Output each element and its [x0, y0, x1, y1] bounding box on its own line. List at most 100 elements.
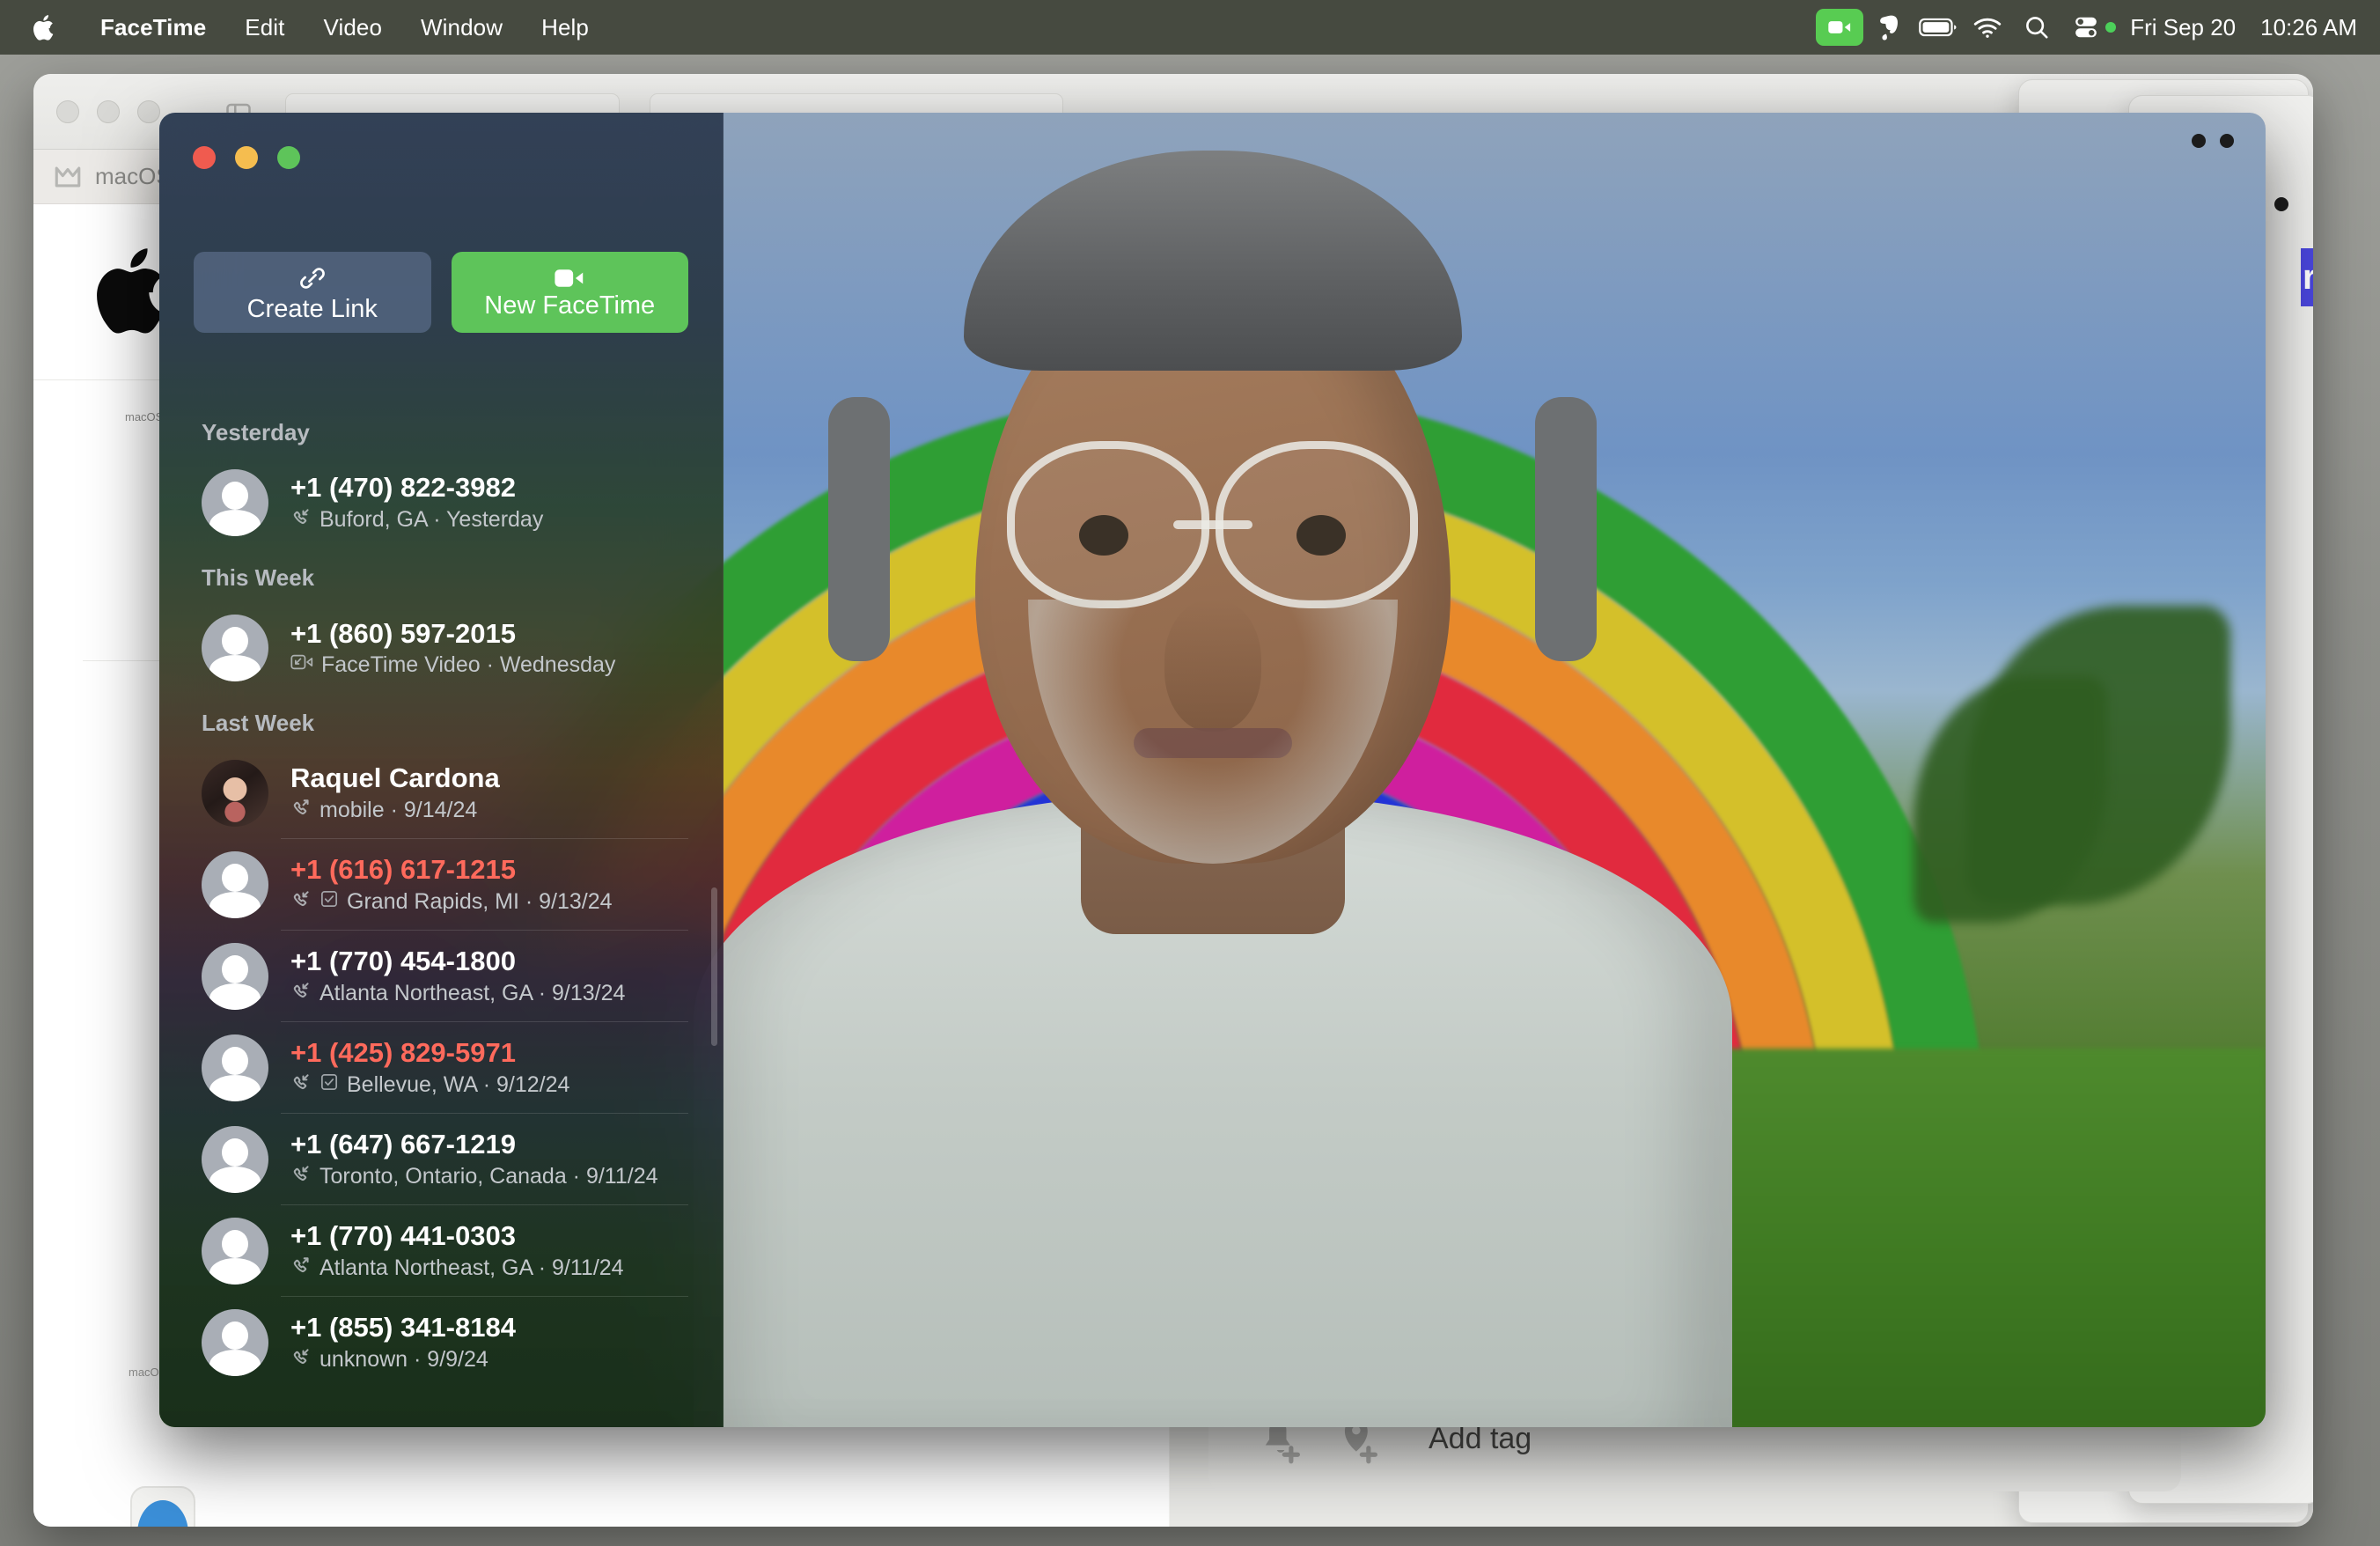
- contact-avatar-placeholder-icon: [202, 943, 268, 1010]
- menu-item-window[interactable]: Window: [401, 14, 522, 41]
- evernote-elephant-icon[interactable]: [1864, 9, 1914, 46]
- call-list-item[interactable]: +1 (616) 617-1215 Grand Rapids, MI · 9/13…: [159, 839, 724, 931]
- incoming-call-icon: [290, 980, 312, 1007]
- menu-item-help[interactable]: Help: [522, 14, 608, 41]
- call-detail-row: unknown · 9/9/24: [290, 1346, 688, 1373]
- call-detail-row: FaceTime Video · Wednesday: [290, 652, 688, 678]
- call-group-header: Yesterday: [202, 419, 310, 445]
- call-detail-row: Atlanta Northeast, GA · 9/13/24: [290, 980, 688, 1007]
- call-contact-name: Raquel Cardona: [290, 762, 500, 793]
- incoming-call-icon: [290, 1346, 312, 1373]
- video-camera-icon: [554, 267, 585, 290]
- maximize-button[interactable]: [137, 100, 160, 123]
- control-center-icon[interactable]: [2061, 9, 2111, 46]
- menu-bar-left[interactable]: FaceTime Edit Video Window Help: [0, 10, 608, 45]
- incoming-video-icon: [290, 652, 313, 678]
- contact-avatar-placeholder-icon: [202, 1126, 268, 1193]
- call-detail-text: FaceTime Video · Wednesday: [321, 652, 616, 678]
- call-contact-name: +1 (647) 667-1219: [290, 1128, 516, 1160]
- incoming-call-icon: [290, 1071, 312, 1099]
- facetime-action-buttons[interactable]: Create Link New FaceTime: [194, 252, 688, 333]
- call-contact-name: +1 (470) 822-3982: [290, 471, 516, 503]
- facetime-traffic-lights[interactable]: [193, 146, 300, 169]
- menu-bar-date[interactable]: Fri Sep 20: [2121, 14, 2251, 41]
- menu-bar-status-area[interactable]: Fri Sep 20 10:26 AM: [1815, 9, 2380, 46]
- close-button[interactable]: [193, 146, 216, 169]
- call-detail-text: Atlanta Northeast, GA · 9/11/24: [320, 1255, 624, 1281]
- create-link-button[interactable]: Create Link: [194, 252, 431, 333]
- call-detail-row: Toronto, Ontario, Canada · 9/11/24: [290, 1163, 688, 1190]
- call-detail-text: Toronto, Ontario, Canada · 9/11/24: [320, 1164, 658, 1189]
- call-contact-name: +1 (770) 441-0303: [290, 1219, 516, 1251]
- menu-item-edit[interactable]: Edit: [225, 14, 304, 41]
- call-detail-text: Bellevue, WA · 9/12/24: [347, 1072, 570, 1098]
- macos-menu-bar[interactable]: FaceTime Edit Video Window Help Fri Sep …: [0, 0, 2380, 55]
- call-detail-row: mobile · 9/14/24: [290, 797, 688, 824]
- video-camera-active-icon[interactable]: [1815, 9, 1864, 46]
- eyeglasses-bridge: [1172, 520, 1252, 529]
- call-group-header: Last Week: [202, 710, 315, 736]
- new-facetime-label: New FaceTime: [484, 291, 656, 320]
- dock-app-icon[interactable]: [130, 1486, 195, 1527]
- recording-status-dot: [2105, 22, 2117, 33]
- person-sideburn-right: [1535, 397, 1597, 661]
- person-eye-right: [1297, 515, 1346, 556]
- call-detail-text: mobile · 9/14/24: [320, 798, 478, 823]
- person-hair: [963, 151, 1462, 371]
- info-icon[interactable]: [320, 1072, 339, 1098]
- call-contact-name: +1 (425) 829-5971: [290, 1036, 516, 1068]
- call-item-content: +1 (616) 617-1215 Grand Rapids, MI · 9/13…: [290, 854, 688, 917]
- wifi-icon[interactable]: [1963, 9, 2012, 46]
- menu-item-video[interactable]: Video: [304, 14, 401, 41]
- call-list-item[interactable]: +1 (770) 454-1800 Atlanta Northeast, GA ·…: [159, 931, 724, 1022]
- minimize-button[interactable]: [97, 100, 120, 123]
- call-group-header: This Week: [202, 564, 315, 591]
- call-list-item[interactable]: +1 (470) 822-3982 Buford, GA · Yesterday: [159, 457, 724, 548]
- contact-avatar-placeholder-icon: [202, 1309, 268, 1376]
- person-sideburn-left: [828, 397, 890, 661]
- incoming-call-icon: [290, 888, 312, 916]
- incoming-call-icon: [290, 506, 312, 534]
- call-list-item[interactable]: +1 (647) 667-1219 Toronto, Ontario, Canad…: [159, 1114, 724, 1205]
- menu-item-facetime[interactable]: FaceTime: [81, 14, 225, 41]
- facetime-call-list[interactable]: Yesterday +1 (470) 822-3982 Buford, GA · Y…: [159, 403, 724, 1427]
- new-facetime-button[interactable]: New FaceTime: [451, 252, 688, 333]
- close-button[interactable]: [56, 100, 79, 123]
- call-detail-row: Bellevue, WA · 9/12/24: [290, 1071, 688, 1099]
- menu-bar-time[interactable]: 10:26 AM: [2251, 14, 2357, 41]
- call-list-item[interactable]: Raquel Cardona mobile · 9/14/24: [159, 747, 724, 839]
- call-item-content: +1 (855) 341-8184 unknown · 9/9/24: [290, 1312, 688, 1374]
- contact-avatar-photo: [202, 760, 268, 827]
- contact-avatar-placeholder-icon: [202, 1034, 268, 1101]
- call-item-content: Raquel Cardona mobile · 9/14/24: [290, 762, 688, 825]
- call-detail-text: Buford, GA · Yesterday: [320, 507, 544, 533]
- call-detail-text: Grand Rapids, MI · 9/13/24: [347, 889, 613, 915]
- contact-avatar-placeholder-icon: [202, 615, 268, 681]
- battery-icon[interactable]: [1914, 9, 1963, 46]
- call-detail-text: Atlanta Northeast, GA · 9/13/24: [320, 981, 626, 1006]
- call-list-item[interactable]: +1 (425) 829-5971 Bellevue, WA · 9/12/24: [159, 1022, 724, 1114]
- incoming-call-icon: [290, 1163, 312, 1190]
- call-detail-text: unknown · 9/9/24: [320, 1347, 488, 1373]
- background-window-traffic-lights[interactable]: [56, 100, 160, 123]
- call-list-item[interactable]: +1 (770) 441-0303 Atlanta Northeast, GA ·…: [159, 1205, 724, 1297]
- apple-logo-icon[interactable]: [30, 10, 60, 45]
- call-detail-row: Atlanta Northeast, GA · 9/11/24: [290, 1255, 688, 1282]
- search-icon[interactable]: [2012, 9, 2061, 46]
- call-item-content: +1 (647) 667-1219 Toronto, Ontario, Canad…: [290, 1129, 688, 1191]
- maximize-button[interactable]: [277, 146, 300, 169]
- call-contact-name: +1 (616) 617-1215: [290, 853, 516, 885]
- call-list-item[interactable]: +1 (860) 597-2015 FaceTime Video · Wednes…: [159, 602, 724, 694]
- contact-avatar-placeholder-icon: [202, 469, 268, 536]
- call-list-item[interactable]: +1 (855) 341-8184 unknown · 9/9/24: [159, 1297, 724, 1388]
- info-icon[interactable]: [320, 889, 339, 915]
- call-contact-name: +1 (860) 597-2015: [290, 617, 516, 649]
- outgoing-call-icon: [290, 797, 312, 824]
- highlighted-text-fragment: re: [2301, 248, 2313, 306]
- call-contact-name: +1 (855) 341-8184: [290, 1311, 516, 1343]
- minimize-button[interactable]: [235, 146, 258, 169]
- sidebar-scrollbar[interactable]: [711, 887, 717, 1046]
- facetime-sidebar[interactable]: Create Link New FaceTime Yesterday +1 (47…: [159, 113, 724, 1427]
- call-item-content: +1 (470) 822-3982 Buford, GA · Yesterday: [290, 472, 688, 534]
- call-item-content: +1 (770) 454-1800 Atlanta Northeast, GA ·…: [290, 946, 688, 1008]
